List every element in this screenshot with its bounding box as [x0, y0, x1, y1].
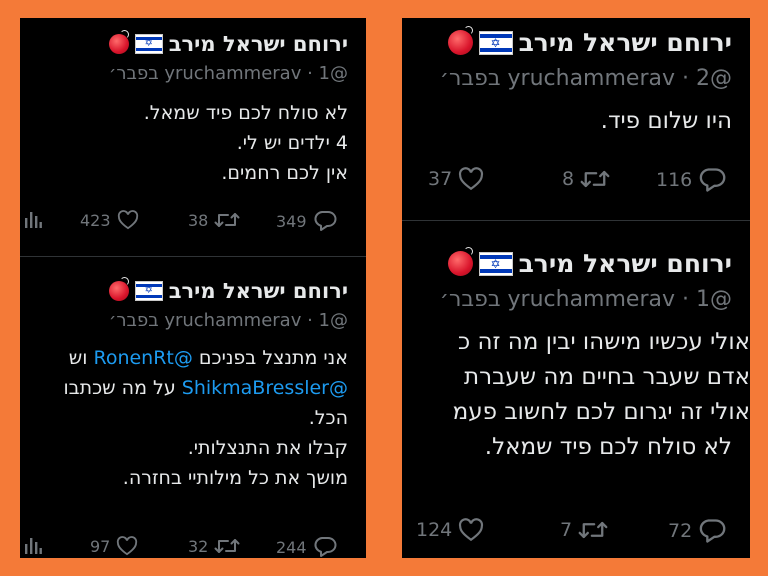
- tweet-meta: @yruchammerav · 1 בפבר׳: [109, 310, 348, 331]
- retweet-count: 8: [562, 168, 575, 190]
- red-badge-icon: [447, 26, 473, 55]
- tweet-meta: @yruchammerav · 1 בפבר׳: [109, 63, 348, 84]
- display-name[interactable]: ירוחם ישראל מירב: [519, 249, 732, 278]
- tweet-line: קבלו את התנצלותי.: [187, 437, 348, 459]
- tweet-header: ✡ ירוחם ישראל מירב: [108, 30, 348, 56]
- analytics-icon: [25, 538, 42, 554]
- retweet-icon: [578, 521, 608, 539]
- like-button[interactable]: 423: [80, 210, 139, 230]
- heart-icon: [117, 536, 138, 556]
- like-count: 423: [80, 210, 111, 230]
- retweet-icon: [580, 170, 610, 188]
- reply-button[interactable]: 72: [668, 518, 726, 544]
- tweet-line: היו שלום פיד.: [600, 108, 732, 134]
- tweet-line: אין לכם רחמים.: [221, 162, 348, 184]
- retweet-count: 7: [560, 519, 573, 541]
- tweet-meta: @yruchammerav · 1 בפבר׳: [440, 287, 732, 312]
- retweet-count: 32: [188, 536, 209, 556]
- reply-icon: [314, 537, 336, 557]
- red-badge-icon: [447, 247, 473, 276]
- like-count: 97: [90, 536, 111, 556]
- reply-count: 349: [276, 211, 307, 231]
- red-badge-icon: [108, 30, 129, 54]
- retweet-button[interactable]: 32: [188, 536, 240, 556]
- tweet-text: אולי עכשיו מישהו יבין מה זה כ אדם שעבר ב…: [453, 325, 750, 465]
- right-screenshot-panel: ✡ ירוחם ישראל מירב @yruchammerav · 2 בפב…: [402, 18, 750, 558]
- mention-link[interactable]: @RonenRt: [93, 347, 192, 369]
- display-name[interactable]: ירוחם ישראל מירב: [169, 279, 348, 303]
- israel-flag-icon: ✡: [134, 281, 163, 301]
- analytics-icon: [25, 212, 42, 228]
- like-button[interactable]: 97: [90, 536, 138, 556]
- like-button[interactable]: 124: [416, 518, 484, 542]
- heart-icon: [117, 210, 138, 230]
- tweet-card[interactable]: ✡ ירוחם ישראל מירב @yruchammerav · 1 בפב…: [402, 221, 750, 558]
- reply-button[interactable]: 349: [276, 210, 337, 232]
- reply-icon: [699, 168, 726, 192]
- tweet-line: אני מתנצל בפניכם @RonenRt וש: [63, 343, 348, 373]
- left-screenshot-panel: ✡ ירוחם ישראל מירב @yruchammerav · 1 בפב…: [20, 18, 366, 558]
- israel-flag-icon: ✡: [478, 251, 513, 276]
- reply-icon: [314, 211, 336, 231]
- retweet-icon: [214, 539, 240, 553]
- heart-icon: [459, 518, 484, 542]
- tweet-card[interactable]: ✡ ירוחם ישראל מירב @yruchammerav · 2 בפב…: [402, 18, 750, 220]
- israel-flag-icon: ✡: [134, 34, 163, 54]
- tweet-line: @ShikmaBressler על מה שכתבו: [63, 373, 348, 403]
- tweet-line-text: אני מתנצל בפניכם: [198, 347, 348, 369]
- like-button[interactable]: 37: [428, 167, 484, 191]
- reply-button[interactable]: 116: [656, 167, 726, 193]
- display-name[interactable]: ירוחם ישראל מירב: [169, 32, 348, 56]
- reply-count: 72: [668, 520, 693, 542]
- tweet-card[interactable]: ✡ ירוחם ישראל מירב @yruchammerav · 1 בפב…: [20, 18, 366, 256]
- reply-button[interactable]: 244: [276, 536, 337, 558]
- tweet-header: ✡ ירוחם ישראל מירב: [447, 26, 732, 57]
- tweet-line: אדם שעבר בחיים מה שעברת: [463, 364, 750, 390]
- reply-icon: [699, 519, 726, 543]
- like-count: 37: [428, 168, 453, 190]
- heart-icon: [459, 167, 484, 191]
- tweet-text: היו שלום פיד.: [601, 104, 732, 138]
- red-badge-icon: [108, 277, 129, 301]
- display-name[interactable]: ירוחם ישראל מירב: [519, 28, 732, 57]
- tweet-line-text: וש: [68, 347, 88, 369]
- tweet-meta: @yruchammerav · 2 בפבר׳: [440, 66, 732, 91]
- like-count: 124: [416, 519, 453, 541]
- tweet-text: אני מתנצל בפניכם @RonenRt וש @ShikmaBres…: [63, 343, 348, 493]
- israel-flag-icon: ✡: [478, 30, 513, 55]
- tweet-line: אולי עכשיו מישהו יבין מה זה כ: [458, 329, 750, 355]
- tweet-line: לא סולח לכם פיד שמאל.: [484, 434, 732, 460]
- mention-link[interactable]: @ShikmaBressler: [182, 377, 348, 399]
- analytics-button[interactable]: [24, 536, 42, 554]
- tweet-line: 4 ילדים יש לי.: [236, 132, 348, 154]
- tweet-header: ✡ ירוחם ישראל מירב: [447, 247, 732, 278]
- retweet-button[interactable]: 38: [188, 210, 240, 230]
- retweet-button[interactable]: 7: [560, 518, 608, 542]
- tweet-line-text: על מה שכתבו: [63, 377, 176, 399]
- retweet-icon: [214, 213, 240, 227]
- retweet-count: 38: [188, 210, 209, 230]
- tweet-card[interactable]: ✡ ירוחם ישראל מירב @yruchammerav · 1 בפב…: [20, 257, 366, 558]
- tweet-header: ✡ ירוחם ישראל מירב: [108, 277, 348, 303]
- tweet-line: מושך את כל מילותיי בחזרה.: [122, 467, 348, 489]
- analytics-button[interactable]: [24, 210, 42, 228]
- tweet-line: לא סולח לכם פיד שמאל.: [143, 102, 348, 124]
- tweet-line: הכל.: [308, 407, 348, 429]
- reply-count: 116: [656, 169, 693, 191]
- tweet-text: לא סולח לכם פיד שמאל. 4 ילדים יש לי. אין…: [144, 98, 348, 188]
- reply-count: 244: [276, 537, 307, 557]
- tweet-line: אולי זה יגרום לכם לחשוב פעמ: [452, 399, 750, 425]
- retweet-button[interactable]: 8: [562, 167, 610, 191]
